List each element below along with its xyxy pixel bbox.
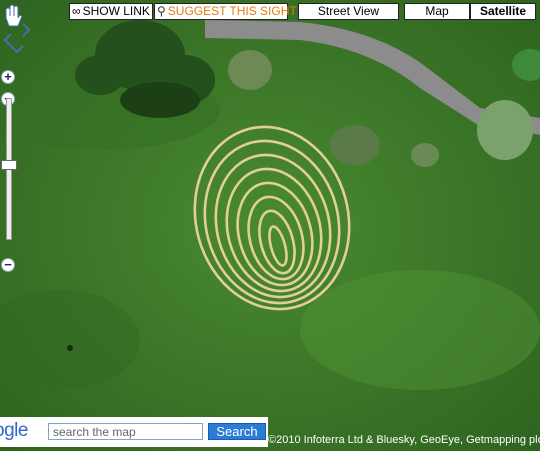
search-button[interactable]: Search (208, 423, 266, 440)
zoom-out-button[interactable]: − (1, 258, 15, 272)
search-input[interactable] (48, 423, 203, 440)
pan-down-icon (10, 45, 24, 54)
search-bar: ogle Search (0, 417, 268, 447)
pan-hand-icon (5, 4, 23, 27)
satellite-map[interactable]: ∞ SHOW LINK ⚲ SUGGEST THIS SIGHT Street Vi… (0, 0, 540, 451)
zoom-control: + − − (0, 68, 17, 276)
zoom-in-button[interactable]: + (1, 70, 15, 84)
map-view-button[interactable]: Map (404, 3, 470, 20)
zoom-slider-thumb[interactable] (1, 160, 17, 170)
bicycle-icon: ⚲ (157, 4, 166, 18)
satellite-imagery[interactable] (0, 0, 540, 451)
google-logo: ogle (0, 420, 28, 441)
copyright-text: ©2010 Infoterra Ltd & Bluesky, GeoEye, G… (268, 434, 540, 446)
show-link-button[interactable]: ∞ SHOW LINK (69, 3, 153, 20)
street-view-button[interactable]: Street View (298, 3, 399, 20)
satellite-view-button[interactable]: Satellite (470, 3, 536, 20)
pan-left-icon (3, 33, 12, 47)
pan-control[interactable] (1, 4, 33, 54)
pan-right-icon (22, 23, 31, 37)
suggest-sight-button[interactable]: ⚲ SUGGEST THIS SIGHT (154, 3, 297, 20)
link-icon: ∞ (72, 4, 81, 18)
